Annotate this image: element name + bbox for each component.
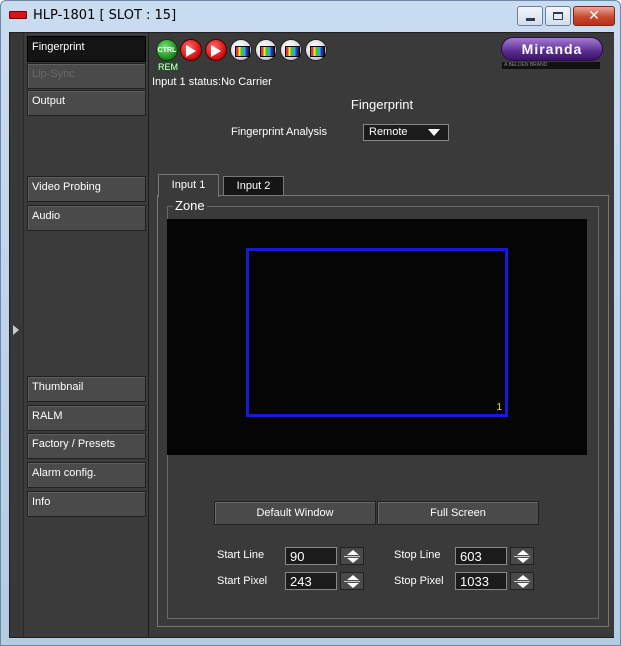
start-pixel-field[interactable]: 243 (285, 572, 337, 590)
minimize-button[interactable] (517, 6, 543, 26)
window-title: HLP-1801 [ SLOT : 15] (33, 8, 177, 23)
divider (344, 556, 360, 557)
sidebar-item-alarm-config[interactable]: Alarm config. (27, 462, 146, 488)
fingerprint-window-rect[interactable]: 1 (246, 248, 508, 417)
title-bar[interactable]: HLP-1801 [ SLOT : 15] ✕ (1, 1, 620, 31)
input-status: Input 1 status:No Carrier (152, 76, 272, 88)
tab-input-1[interactable]: Input 1 (158, 174, 219, 197)
main-panel: CTRL REM Miranda A BELDEN BRAND Input 1 … (150, 33, 614, 637)
close-button[interactable]: ✕ (573, 6, 615, 26)
sidebar-item-thumbnail[interactable]: Thumbnail (27, 376, 146, 402)
start-line-label: Start Line (217, 549, 265, 561)
spin-down-icon[interactable] (517, 558, 529, 563)
start-line-stepper[interactable] (340, 547, 364, 565)
maximize-icon (553, 12, 563, 20)
sidebar-item-output[interactable]: Output (27, 90, 146, 116)
client-area: Fingerprint Lip-Sync Output Video Probin… (9, 32, 614, 638)
sidebar-item-fingerprint[interactable]: Fingerprint (27, 36, 146, 62)
spin-up-icon[interactable] (517, 575, 529, 580)
start-pixel-label: Start Pixel (217, 575, 268, 587)
route-arrow-icon[interactable] (205, 39, 227, 61)
video-probe-icon[interactable] (280, 39, 302, 61)
spin-down-icon[interactable] (517, 583, 529, 588)
spin-down-icon[interactable] (347, 558, 359, 563)
fingerprint-analysis-label: Fingerprint Analysis (231, 126, 327, 138)
spin-up-icon[interactable] (347, 575, 359, 580)
divider (344, 581, 360, 582)
video-preview[interactable]: 1 (167, 219, 587, 455)
color-bars-icon[interactable] (305, 39, 327, 61)
sidebar-menu: Fingerprint Lip-Sync Output Video Probin… (24, 33, 149, 637)
maximize-button[interactable] (545, 6, 571, 26)
fingerprint-analysis-value: Remote (369, 126, 408, 138)
stop-line-label: Stop Line (394, 549, 441, 561)
expand-arrow-icon[interactable] (13, 325, 19, 335)
app-icon (9, 11, 27, 19)
signal-probe-icon[interactable] (230, 39, 252, 61)
zone-legend: Zone (173, 198, 207, 213)
rem-label: REM (156, 62, 180, 72)
spin-up-icon[interactable] (347, 550, 359, 555)
app-window: HLP-1801 [ SLOT : 15] ✕ Fingerprint Lip-… (0, 0, 621, 646)
sidebar-item-video-probing[interactable]: Video Probing (27, 176, 146, 202)
default-window-button[interactable]: Default Window (214, 501, 376, 525)
stop-pixel-field[interactable]: 1033 (455, 572, 507, 590)
start-pixel-stepper[interactable] (340, 572, 364, 590)
route-arrow-icon[interactable] (180, 39, 202, 61)
fingerprint-analysis-select[interactable]: Remote (363, 124, 449, 141)
stop-pixel-stepper[interactable] (510, 572, 534, 590)
video-probe-icon[interactable] (255, 39, 277, 61)
divider (514, 556, 530, 557)
sidebar-collapse-strip[interactable] (10, 33, 24, 637)
tab-input-2[interactable]: Input 2 (223, 176, 284, 196)
chevron-down-icon (428, 129, 440, 136)
divider (514, 581, 530, 582)
miranda-logo: Miranda (501, 37, 603, 61)
brand-tagline: A BELDEN BRAND (502, 62, 600, 69)
stop-line-field[interactable]: 603 (455, 547, 507, 565)
sidebar: Fingerprint Lip-Sync Output Video Probin… (10, 33, 150, 637)
spin-up-icon[interactable] (517, 550, 529, 555)
sidebar-item-ralm[interactable]: RALM (27, 405, 146, 431)
full-screen-button[interactable]: Full Screen (377, 501, 539, 525)
page-title: Fingerprint (350, 97, 414, 112)
sidebar-item-lip-sync: Lip-Sync (27, 63, 146, 89)
stop-line-stepper[interactable] (510, 547, 534, 565)
start-line-field[interactable]: 90 (285, 547, 337, 565)
stop-pixel-label: Stop Pixel (394, 575, 444, 587)
minimize-icon (525, 17, 535, 21)
close-icon: ✕ (588, 8, 600, 24)
sidebar-item-info[interactable]: Info (27, 491, 146, 517)
sidebar-item-audio[interactable]: Audio (27, 205, 146, 231)
sidebar-item-factory-presets[interactable]: Factory / Presets (27, 433, 146, 459)
tab-panel-input-1: Zone 1 Default Window Full Screen Start … (157, 195, 609, 627)
window-index-label: 1 (496, 402, 502, 413)
spin-down-icon[interactable] (347, 583, 359, 588)
ctrl-icon[interactable]: CTRL (156, 39, 178, 61)
